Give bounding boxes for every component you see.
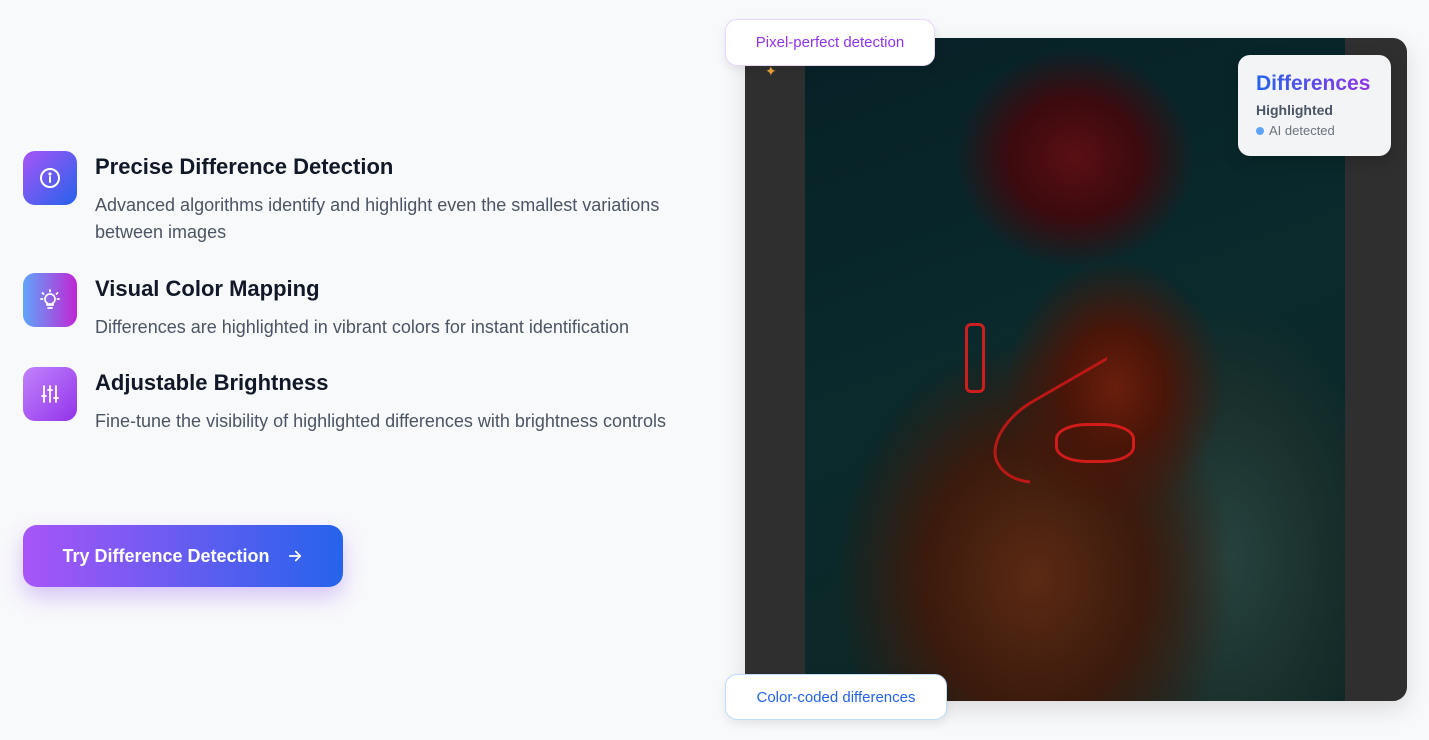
sparkle-icon: ✦ xyxy=(765,63,777,79)
cta-label: Try Difference Detection xyxy=(62,545,270,566)
difference-highlight xyxy=(965,323,985,393)
try-difference-detection-button[interactable]: Try Difference Detection xyxy=(23,525,343,587)
differences-title: Differences xyxy=(1256,71,1373,97)
feature-description: Fine-tune the visibility of highlighted … xyxy=(95,411,666,431)
lightbulb-icon xyxy=(23,273,77,327)
differences-subtitle: Highlighted xyxy=(1256,102,1333,118)
sliders-icon xyxy=(23,367,77,421)
status-dot-icon xyxy=(1256,127,1264,135)
feature-title: Visual Color Mapping xyxy=(95,276,320,301)
feature-description: Advanced algorithms identify and highlig… xyxy=(95,195,660,242)
feature-title: Precise Difference Detection xyxy=(95,154,394,179)
info-icon xyxy=(23,151,77,205)
feature-body: Precise Difference Detection Advanced al… xyxy=(95,151,685,246)
feature-color-mapping: Visual Color Mapping Differences are hig… xyxy=(23,273,693,341)
feature-description: Differences are highlighted in vibrant c… xyxy=(95,317,629,337)
color-coded-badge: Color-coded differences xyxy=(725,674,947,720)
feature-body: Visual Color Mapping Differences are hig… xyxy=(95,273,629,341)
pixel-perfect-badge: Pixel-perfect detection xyxy=(725,19,935,66)
feature-title: Adjustable Brightness xyxy=(95,370,329,395)
difference-highlight xyxy=(977,356,1153,510)
arrow-right-icon xyxy=(288,550,301,562)
status-label: AI detected xyxy=(1269,123,1335,138)
differences-card: Differences Highlighted AI detected xyxy=(1238,55,1391,156)
feature-brightness: Adjustable Brightness Fine-tune the visi… xyxy=(23,367,693,435)
feature-precise-detection: Precise Difference Detection Advanced al… xyxy=(23,151,693,246)
feature-body: Adjustable Brightness Fine-tune the visi… xyxy=(95,367,666,435)
ai-detected-status: AI detected xyxy=(1256,122,1373,140)
